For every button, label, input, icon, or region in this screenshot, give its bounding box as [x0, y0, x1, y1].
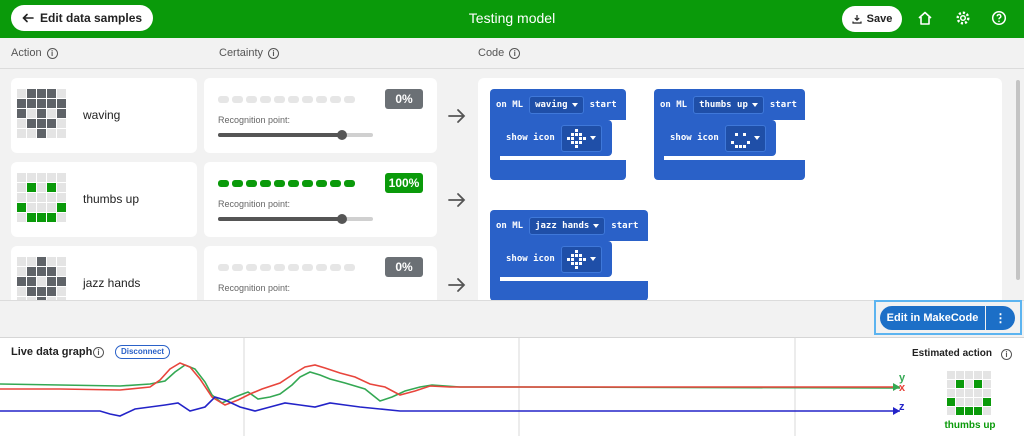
certainty-meter [218, 180, 355, 187]
led-icon-preview [17, 173, 66, 222]
certainty-badge: 0% [385, 257, 423, 277]
icon-dropdown[interactable] [560, 124, 602, 152]
dropdown-value: waving [535, 99, 568, 110]
more-options-button[interactable]: ⋮ [986, 306, 1015, 330]
edit-in-makecode-button[interactable]: Edit in MakeCode [880, 306, 985, 330]
estimated-action-name: thumbs up [944, 420, 996, 431]
action-dropdown[interactable]: waving [529, 95, 584, 114]
arrow-right-icon [448, 193, 466, 207]
certainty-meter [218, 264, 355, 271]
certainty-card-jazz-hands: 0% Recognition point: [204, 246, 437, 300]
action-card-waving: waving [11, 78, 197, 153]
help-icon [991, 10, 1007, 26]
icon-dropdown[interactable] [724, 124, 766, 152]
chevron-down-icon [751, 102, 758, 107]
disconnect-button[interactable]: Disconnect [115, 345, 170, 359]
block-start-label: start [769, 99, 797, 110]
action-card-thumbs-up: thumbs up [11, 162, 197, 237]
info-icon[interactable]: i [268, 47, 280, 59]
block-event-label: on ML [496, 99, 524, 110]
download-icon [852, 15, 862, 24]
estimated-action-icon [947, 371, 991, 415]
more-vertical-icon: ⋮ [994, 311, 1007, 325]
chevron-down-icon [593, 223, 600, 228]
certainty-meter [218, 96, 355, 103]
info-icon[interactable]: i [93, 347, 104, 358]
show-icon-label: show icon [506, 133, 555, 143]
axis-label-x: x [899, 382, 906, 394]
recognition-point-slider[interactable] [218, 130, 373, 140]
show-icon-label: show icon [506, 254, 555, 264]
graph-line-x [0, 362, 900, 406]
certainty-card-thumbs-up: 100% Recognition point: [204, 162, 437, 237]
certainty-badge: 0% [385, 89, 423, 109]
certainty-badge: 100% [385, 173, 423, 193]
chevron-down-icon [753, 136, 760, 140]
chevron-down-icon [589, 136, 596, 140]
action-dropdown[interactable]: thumbs up [693, 95, 764, 114]
slider-thumb[interactable] [337, 130, 347, 140]
certainty-card-waving: 0% Recognition point: [204, 78, 437, 153]
recognition-point-label: Recognition point: [218, 283, 291, 293]
show-icon-block[interactable]: show icon [500, 120, 612, 156]
show-icon-block[interactable]: show icon [500, 241, 612, 277]
led-icon-preview [17, 89, 66, 138]
certainty-column-label: Certainty [219, 47, 264, 59]
action-dropdown[interactable]: jazz hands [529, 216, 606, 235]
slider-thumb[interactable] [337, 214, 347, 224]
home-icon [918, 11, 932, 25]
graph-line-y [0, 364, 901, 404]
action-column-header: Action i [11, 47, 58, 59]
info-icon[interactable]: i [46, 47, 58, 59]
action-bar [0, 300, 1024, 337]
recognition-point-label: Recognition point: [218, 199, 291, 209]
dropdown-value: thumbs up [699, 99, 748, 110]
block-start-label: start [611, 220, 639, 231]
recognition-point-slider[interactable] [218, 214, 373, 224]
icon-preview [566, 249, 586, 269]
info-icon[interactable]: i [509, 47, 521, 59]
save-label: Save [866, 13, 893, 25]
info-icon[interactable]: i [1001, 349, 1012, 360]
arrow-right-icon [448, 109, 466, 123]
settings-button[interactable] [953, 8, 973, 28]
show-icon-label: show icon [670, 133, 719, 143]
home-button[interactable] [915, 8, 935, 28]
gear-icon [956, 11, 970, 25]
show-icon-block[interactable]: show icon [664, 120, 776, 156]
block-start-label: start [589, 99, 617, 110]
icon-preview [730, 128, 750, 148]
block-event-label: on ML [496, 220, 524, 231]
arrow-right-icon [448, 278, 466, 292]
live-data-title: Live data graph [11, 346, 93, 358]
graph-line-z [0, 396, 900, 417]
divider [0, 68, 1024, 69]
certainty-column-header: Certainty i [219, 47, 280, 59]
icon-preview [566, 128, 586, 148]
code-scrollbar[interactable] [1016, 80, 1020, 280]
dropdown-value: jazz hands [535, 220, 590, 231]
help-button[interactable] [989, 8, 1009, 28]
action-column-label: Action [11, 47, 42, 59]
code-column-header: Code i [478, 47, 521, 59]
axis-label-z: z [899, 401, 905, 413]
action-card-jazz-hands: jazz hands [11, 246, 197, 300]
led-icon-preview [17, 257, 66, 300]
top-bar: Edit data samples Testing model Save [0, 0, 1024, 38]
action-name: waving [83, 108, 121, 122]
action-name: thumbs up [83, 192, 140, 206]
save-button[interactable]: Save [842, 6, 902, 32]
recognition-point-label: Recognition point: [218, 115, 291, 125]
action-name: jazz hands [83, 276, 141, 290]
estimated-action-title: Estimated action [912, 348, 993, 359]
icon-dropdown[interactable] [560, 245, 602, 273]
block-event-label: on ML [660, 99, 688, 110]
code-column-label: Code [478, 47, 505, 59]
chevron-down-icon [571, 102, 578, 107]
chevron-down-icon [589, 257, 596, 261]
code-workspace[interactable]: on ML waving start show icon on ML thumb… [478, 78, 1002, 300]
